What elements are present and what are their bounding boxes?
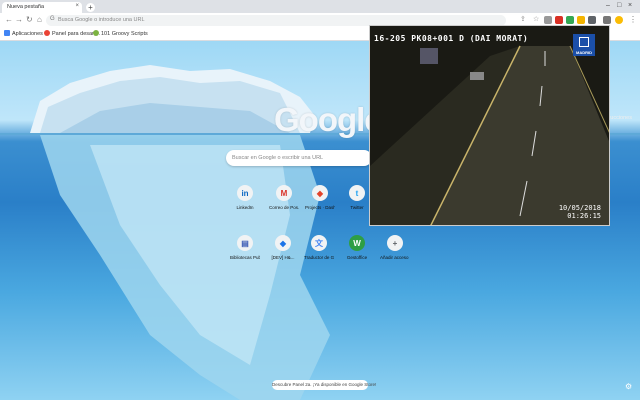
plus-icon: + xyxy=(387,235,403,251)
close-window-icon[interactable]: × xyxy=(628,2,632,9)
address-placeholder: Busca Google o introduce una URL xyxy=(58,17,145,23)
shortcut-translate[interactable]: 文 Traductor de G... xyxy=(304,235,334,260)
menu-icon[interactable]: ⋮ xyxy=(629,15,637,24)
linkedin-icon: in xyxy=(237,185,253,201)
script-icon xyxy=(93,30,99,36)
google-icon xyxy=(44,30,50,36)
gmail-icon: M xyxy=(276,185,292,201)
bookmark-star-icon[interactable]: ☆ xyxy=(533,15,539,23)
bookmark-item[interactable]: Panel para desarr... xyxy=(44,30,100,37)
camera-feed-image xyxy=(370,26,609,225)
gear-icon[interactable]: ⚙ xyxy=(625,382,632,391)
shortcut-linkedin[interactable]: in LinkedIn xyxy=(230,185,260,210)
shortcut-twitter[interactable]: t Twitter xyxy=(342,185,372,210)
shortcut-gestoffice[interactable]: W Gestoffice xyxy=(342,235,372,260)
new-tab-button[interactable]: + xyxy=(86,3,95,12)
traffic-camera-window[interactable]: 16-205 PK08+001 D (DAI MORAT) MADRID 10/… xyxy=(369,25,610,226)
shortcut-gitlab[interactable]: ◆ Projects · Dash... xyxy=(305,185,335,210)
search-box[interactable]: Buscar en Google o escribir una URL xyxy=(226,150,372,166)
shortcut-bibliotecas[interactable]: ▤ Bibliotecas Pub... xyxy=(230,235,260,260)
back-icon[interactable]: ← xyxy=(5,15,13,24)
forward-icon[interactable]: → xyxy=(15,15,23,24)
promo-footer[interactable]: Descubre Panel 2a. ¡Ya disponible en Goo… xyxy=(272,380,376,390)
apps-grid-icon xyxy=(4,30,10,36)
share-icon[interactable]: ⇪ xyxy=(520,15,526,23)
translate-icon: 文 xyxy=(311,235,327,251)
gestoffice-icon: W xyxy=(349,235,365,251)
madrid-logo: MADRID xyxy=(573,34,595,56)
tab-strip: Nueva pestaña × + – □ × xyxy=(0,0,640,13)
search-placeholder: Buscar en Google o escribir una URL xyxy=(232,155,324,161)
reload-icon[interactable]: ↻ xyxy=(26,15,33,24)
tab-active[interactable]: Nueva pestaña × xyxy=(2,2,82,13)
twitter-icon: t xyxy=(349,185,365,201)
google-icon: G xyxy=(50,16,55,22)
bookmark-apps[interactable]: Aplicaciones xyxy=(4,30,43,37)
home-icon[interactable]: ⌂ xyxy=(37,15,42,24)
gitlab-icon: ◆ xyxy=(312,185,328,201)
google-logo: Google xyxy=(274,101,383,138)
madrid-emblem-icon xyxy=(579,37,589,47)
minimize-icon[interactable]: – xyxy=(606,2,610,9)
shortcut-mail[interactable]: M Correo de Pos... xyxy=(269,185,299,210)
extension-icon[interactable] xyxy=(566,16,574,24)
extension-icon[interactable] xyxy=(577,16,585,24)
profile-avatar[interactable] xyxy=(615,16,623,24)
add-shortcut-button[interactable]: + Añadir acceso ... xyxy=(380,235,410,260)
bookmark-item[interactable]: 101 Groovy Scripts xyxy=(93,30,148,37)
camera-header: 16-205 PK08+001 D (DAI MORAT) xyxy=(374,34,529,43)
extension-icon[interactable] xyxy=(588,16,596,24)
extension-icon[interactable] xyxy=(555,16,563,24)
maximize-icon[interactable]: □ xyxy=(617,2,621,9)
diamond-icon: ◆ xyxy=(275,235,291,251)
tab-title: Nueva pestaña xyxy=(7,4,44,10)
shortcut-dev[interactable]: ◆ [DEV] H&... xyxy=(268,235,298,260)
close-tab-icon[interactable]: × xyxy=(75,3,79,9)
camera-timestamp: 10/05/2018 01:26:15 xyxy=(558,204,601,220)
extension-icon[interactable] xyxy=(603,16,611,24)
library-icon: ▤ xyxy=(237,235,253,251)
extension-icon[interactable] xyxy=(544,16,552,24)
